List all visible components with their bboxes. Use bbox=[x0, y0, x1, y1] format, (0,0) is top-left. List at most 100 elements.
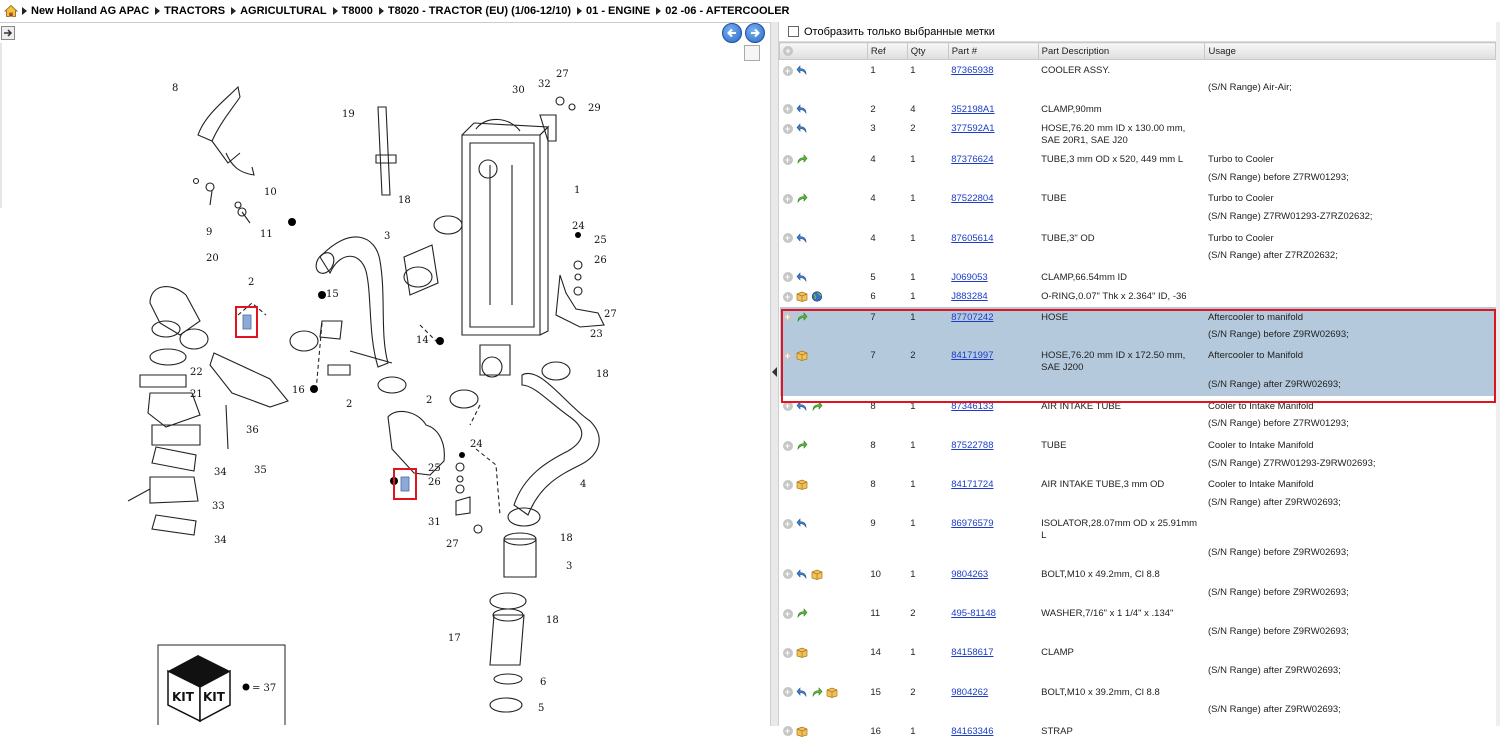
description-cell: HOSE bbox=[1038, 306, 1205, 326]
table-row[interactable]: +4187376624TUBE,3 mm OD x 520, 449 mm LT… bbox=[780, 149, 1496, 169]
part-number-link[interactable]: 377592A1 bbox=[951, 123, 994, 134]
pane-splitter[interactable] bbox=[770, 22, 779, 726]
expand-row-icon[interactable]: + bbox=[783, 66, 793, 76]
table-row[interactable]: +8187346133AIR INTAKE TUBECooler to Inta… bbox=[780, 396, 1496, 416]
expand-row-icon[interactable]: + bbox=[783, 155, 793, 165]
collapse-arrow-icon[interactable] bbox=[772, 367, 777, 377]
part-number-link[interactable]: 84171724 bbox=[951, 479, 993, 490]
expand-row-icon[interactable]: + bbox=[783, 272, 793, 282]
expand-row-icon[interactable]: + bbox=[783, 726, 793, 736]
expand-row-icon[interactable]: + bbox=[783, 351, 793, 361]
table-row[interactable]: +24352198A1CLAMP,90mm bbox=[780, 99, 1496, 119]
table-row[interactable]: +8184171724AIR INTAKE TUBE,3 mm ODCooler… bbox=[780, 474, 1496, 494]
part-number-link[interactable]: 86976579 bbox=[951, 518, 993, 529]
table-row[interactable]: +61J883284O-RING,0.07" Thk x 2.364" ID, … bbox=[780, 286, 1496, 306]
ref-cell: 16 bbox=[867, 721, 907, 740]
qty-cell: 1 bbox=[907, 564, 948, 584]
callout: 25 bbox=[428, 463, 441, 474]
breadcrumb-item[interactable]: 02 -06 - AFTERCOOLER bbox=[656, 5, 789, 17]
show-selected-only-checkbox[interactable] bbox=[788, 26, 799, 37]
part-number-header[interactable]: Part # bbox=[948, 43, 1038, 60]
table-row[interactable]: +8187522788TUBECooler to Intake Manifold bbox=[780, 435, 1496, 455]
callout: 36 bbox=[246, 425, 259, 436]
table-row[interactable]: +7284171997HOSE,76.20 mm ID x 172.50 mm,… bbox=[780, 345, 1496, 376]
breadcrumb-item[interactable]: TRACTORS bbox=[155, 5, 225, 17]
table-row[interactable]: +4187522804TUBETurbo to Cooler bbox=[780, 188, 1496, 208]
usage-header[interactable]: Usage bbox=[1205, 43, 1496, 60]
table-row[interactable]: +1529804262BOLT,M10 x 39.2mm, Cl 8.8 bbox=[780, 682, 1496, 702]
part-number-link[interactable]: 87522788 bbox=[951, 440, 993, 451]
table-row[interactable]: +7187707242HOSEAftercooler to manifold bbox=[780, 306, 1496, 326]
expand-row-icon[interactable]: + bbox=[783, 441, 793, 451]
callout: 16 bbox=[292, 385, 305, 396]
callout: 26 bbox=[428, 477, 441, 488]
parts-diagram[interactable]: 8 32 30 27 29 19 10 9 11 18 1 3 24 25 26… bbox=[0, 45, 770, 725]
part-number-cell: 87376624 bbox=[948, 149, 1038, 169]
superseded-arrow-icon bbox=[796, 65, 808, 76]
expand-row-icon[interactable]: + bbox=[783, 312, 793, 322]
part-number-link[interactable]: J883284 bbox=[951, 291, 987, 302]
part-number-cell: 377592A1 bbox=[948, 118, 1038, 149]
table-row[interactable]: +51J069053CLAMP,66.54mm ID bbox=[780, 267, 1496, 287]
part-number-link[interactable]: 9804263 bbox=[951, 569, 988, 580]
expand-all-header[interactable]: + bbox=[780, 43, 868, 60]
previous-page-button[interactable] bbox=[722, 23, 742, 43]
description-header[interactable]: Part Description bbox=[1038, 43, 1205, 60]
table-row[interactable]: +32377592A1HOSE,76.20 mm ID x 130.00 mm,… bbox=[780, 118, 1496, 149]
expand-row-icon[interactable]: + bbox=[783, 480, 793, 490]
breadcrumb-item[interactable]: T8020 - TRACTOR (EU) (1/06-12/10) bbox=[379, 5, 571, 17]
ref-header[interactable]: Ref bbox=[867, 43, 907, 60]
filter-bar: Отобразить только выбранные метки bbox=[779, 22, 1500, 42]
table-row[interactable]: +4187605614TUBE,3" ODTurbo to Cooler bbox=[780, 228, 1496, 248]
table-row[interactable]: +16184163346STRAP bbox=[780, 721, 1496, 740]
callout: 3 bbox=[384, 231, 390, 242]
replacement-arrow-icon bbox=[796, 440, 808, 451]
usage-range-cell: (S/N Range) Air-Air; bbox=[1205, 79, 1496, 99]
expand-row-icon[interactable]: + bbox=[783, 609, 793, 619]
expand-row-icon[interactable]: + bbox=[783, 569, 793, 579]
breadcrumb-item[interactable]: 01 - ENGINE bbox=[577, 5, 650, 17]
table-row[interactable]: +1019804263BOLT,M10 x 49.2mm, Cl 8.8 bbox=[780, 564, 1496, 584]
expand-row-icon[interactable]: + bbox=[783, 687, 793, 697]
table-row[interactable]: +1187365938COOLER ASSY. bbox=[780, 60, 1496, 80]
qty-cell: 1 bbox=[907, 188, 948, 208]
callout: 5 bbox=[538, 703, 544, 714]
breadcrumb-item[interactable]: AGRICULTURAL bbox=[231, 5, 327, 17]
breadcrumb-item[interactable]: T8000 bbox=[333, 5, 373, 17]
row-actions-cell: + bbox=[780, 564, 868, 584]
part-number-link[interactable]: 9804262 bbox=[951, 687, 988, 698]
part-number-link[interactable]: 352198A1 bbox=[951, 104, 994, 115]
expand-row-icon[interactable]: + bbox=[783, 124, 793, 134]
row-actions-cell: + bbox=[780, 513, 868, 544]
expand-row-icon[interactable]: + bbox=[783, 104, 793, 114]
part-number-link[interactable]: 87346133 bbox=[951, 401, 993, 412]
part-number-link[interactable]: 87376624 bbox=[951, 154, 993, 165]
part-number-link[interactable]: 87605614 bbox=[951, 233, 993, 244]
expand-row-icon[interactable]: + bbox=[783, 194, 793, 204]
table-row[interactable]: +9186976579ISOLATOR,28.07mm OD x 25.91mm… bbox=[780, 513, 1496, 544]
part-number-link[interactable]: J069053 bbox=[951, 272, 987, 283]
panel-toggle-button[interactable] bbox=[1, 26, 15, 40]
vertical-scrollbar[interactable] bbox=[1496, 22, 1500, 726]
expand-row-icon[interactable]: + bbox=[783, 233, 793, 243]
expand-row-icon[interactable]: + bbox=[783, 401, 793, 411]
expand-row-icon[interactable]: + bbox=[783, 519, 793, 529]
part-number-link[interactable]: 87707242 bbox=[951, 312, 993, 323]
part-number-link[interactable]: 495-81148 bbox=[951, 608, 996, 619]
part-number-link[interactable]: 84158617 bbox=[951, 647, 993, 658]
table-row-usage-detail: (S/N Range) after Z9RW02693; bbox=[780, 376, 1496, 396]
kit-label-left: KIT bbox=[172, 690, 195, 704]
table-row[interactable]: +112495-81148WASHER,7/16" x 1 1/4" x .13… bbox=[780, 603, 1496, 623]
breadcrumb-item[interactable]: New Holland AG APAC bbox=[22, 5, 149, 17]
table-row[interactable]: +14184158617CLAMP bbox=[780, 642, 1496, 662]
expand-row-icon[interactable]: + bbox=[783, 292, 793, 302]
home-icon[interactable] bbox=[4, 4, 18, 18]
breadcrumb: New Holland AG APAC TRACTORS AGRICULTURA… bbox=[0, 0, 1500, 22]
part-number-link[interactable]: 87365938 bbox=[951, 65, 993, 76]
next-page-button[interactable] bbox=[745, 23, 765, 43]
part-number-link[interactable]: 84171997 bbox=[951, 350, 993, 361]
part-number-link[interactable]: 84163346 bbox=[951, 726, 993, 737]
expand-row-icon[interactable]: + bbox=[783, 648, 793, 658]
part-number-link[interactable]: 87522804 bbox=[951, 193, 993, 204]
qty-header[interactable]: Qty bbox=[907, 43, 948, 60]
